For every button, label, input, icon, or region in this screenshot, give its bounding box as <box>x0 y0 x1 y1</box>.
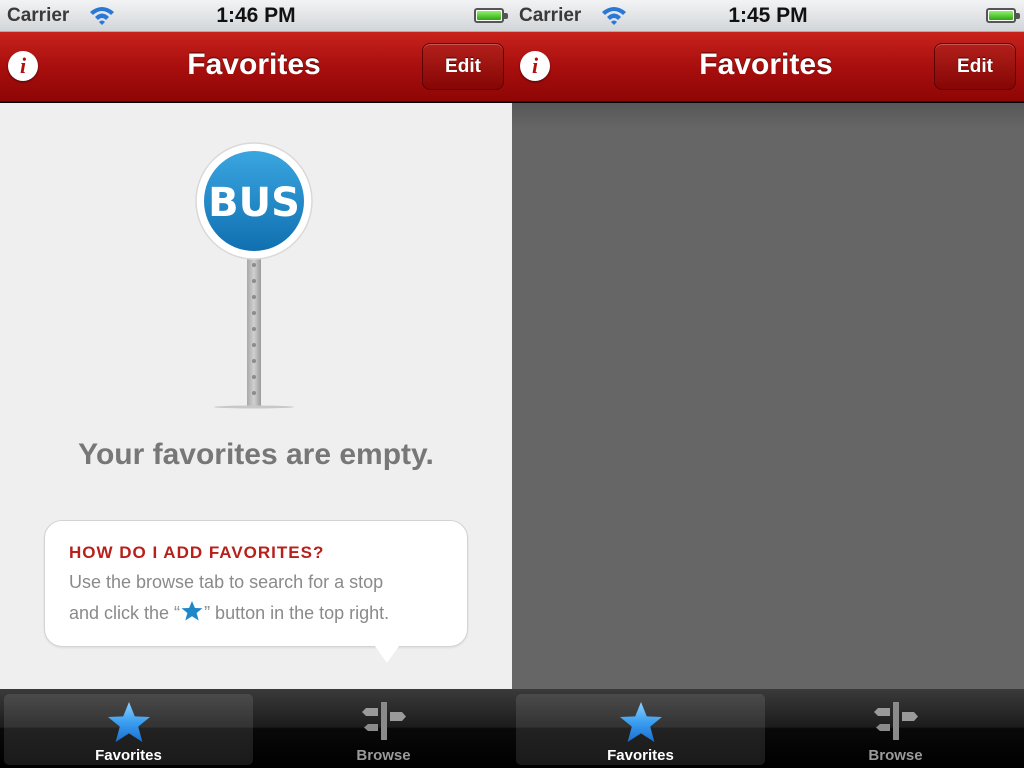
status-time: 1:45 PM <box>728 4 808 27</box>
status-time: 1:46 PM <box>216 4 296 27</box>
help-bubble: HOW DO I ADD FAVORITES? Use the browse t… <box>44 520 468 663</box>
tab-favorites[interactable]: Favorites <box>516 694 765 765</box>
tab-favorites[interactable]: Favorites <box>4 694 253 765</box>
bus-sign-text: BUS <box>208 180 300 226</box>
tab-label: Browse <box>356 747 411 764</box>
battery-icon <box>986 8 1020 23</box>
bubble-tail <box>375 646 399 663</box>
tab-bar: Favorites Browse <box>512 689 1024 768</box>
tab-bar: Favorites Browse <box>0 689 512 768</box>
phone-screen-right: Carrier 1:45 PM i Favorites Edit Favorit… <box>512 0 1024 768</box>
tab-browse[interactable]: Browse <box>771 694 1020 765</box>
help-text-line1: Use the browse tab to search for a stop <box>69 572 384 592</box>
screenshot-stage: Carrier 1:46 PM i Favorites Edit BUS You… <box>0 0 1024 768</box>
navigation-bar: i Favorites Edit <box>0 32 512 102</box>
status-bar: Carrier 1:46 PM <box>0 0 512 32</box>
tab-label: Favorites <box>607 747 674 764</box>
bus-stop-sign-icon: BUS <box>195 142 313 409</box>
empty-message: Your favorites are empty. <box>78 438 434 471</box>
battery-icon <box>474 8 508 23</box>
help-text-before-star: and click the “ <box>69 603 181 623</box>
edit-button[interactable]: Edit <box>934 43 1016 90</box>
help-text-after-star: ” button in the top right. <box>204 603 390 623</box>
help-text-line2: and click the “ ” button in the top right… <box>69 600 389 624</box>
star-icon <box>181 601 203 621</box>
star-icon <box>619 702 662 742</box>
phone-screen-left: Carrier 1:46 PM i Favorites Edit BUS You… <box>0 0 512 768</box>
edit-button[interactable]: Edit <box>422 43 504 90</box>
favorites-list-area <box>512 103 1024 689</box>
tab-label: Browse <box>868 747 923 764</box>
star-icon <box>107 702 150 742</box>
tab-label: Favorites <box>95 747 162 764</box>
status-bar: Carrier 1:45 PM <box>512 0 1024 32</box>
signpost-icon <box>873 702 918 740</box>
help-title: HOW DO I ADD FAVORITES? <box>69 543 325 562</box>
tab-browse[interactable]: Browse <box>259 694 508 765</box>
navigation-bar: i Favorites Edit <box>512 32 1024 102</box>
signpost-icon <box>361 702 406 740</box>
favorites-empty-state: BUS Your favorites are empty. HOW DO I A… <box>0 103 512 689</box>
